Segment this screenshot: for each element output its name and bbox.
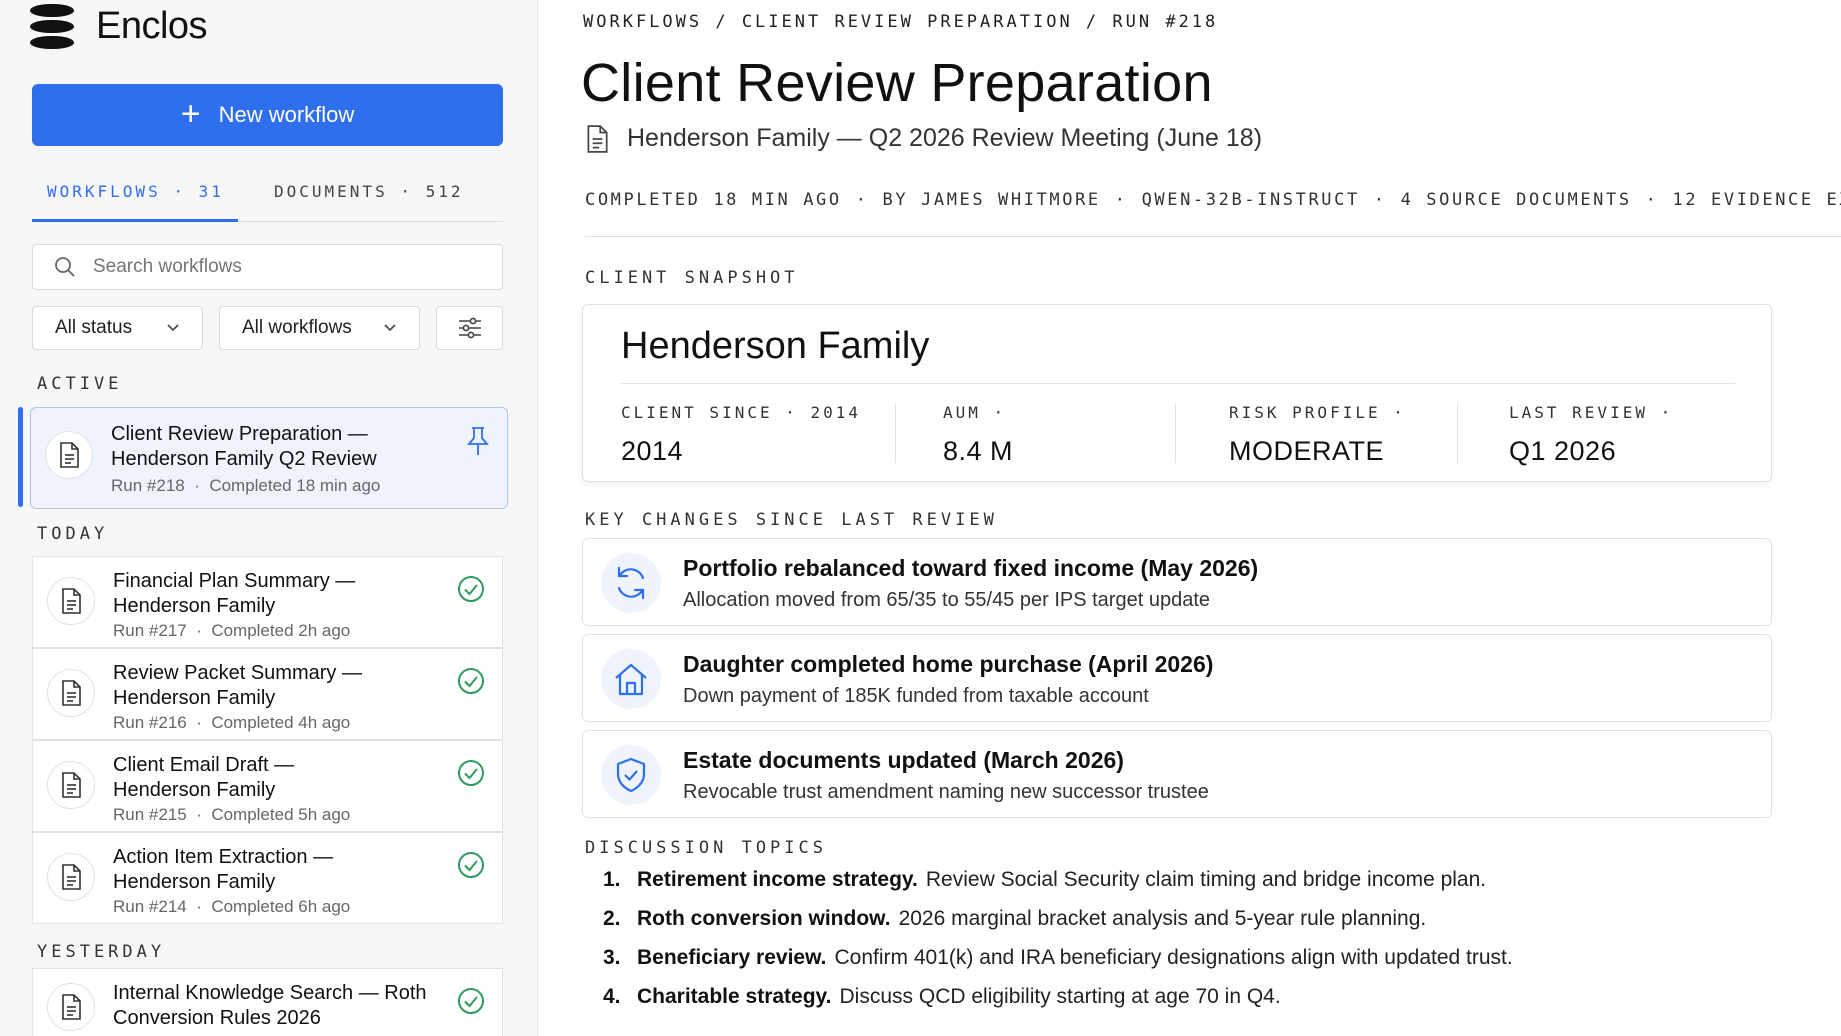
divider bbox=[621, 383, 1735, 384]
client-name: Henderson Family bbox=[621, 325, 930, 367]
discussion-topics-list: 1. Retirement income strategy. Review Soci… bbox=[603, 868, 1513, 1024]
subtitle-text: Henderson Family — Q2 2026 Review Meetin… bbox=[627, 124, 1263, 152]
change-item[interactable]: Daughter completed home purchase (April … bbox=[582, 634, 1772, 722]
list-item: 2. Roth conversion window. 2026 marginal b… bbox=[603, 907, 1427, 930]
brand[interactable]: Enclos bbox=[30, 0, 208, 52]
section-today: TODAY bbox=[37, 524, 109, 544]
shield-check-icon bbox=[601, 745, 661, 805]
chevron-down-icon bbox=[167, 324, 179, 332]
document-icon bbox=[47, 577, 95, 625]
enclos-logo-icon bbox=[30, 2, 74, 50]
search-input[interactable] bbox=[93, 256, 473, 278]
filter-settings-button[interactable] bbox=[436, 306, 503, 350]
check-circle-icon bbox=[458, 760, 484, 786]
document-icon bbox=[47, 761, 95, 809]
home-icon bbox=[601, 649, 661, 709]
check-circle-icon bbox=[458, 668, 484, 694]
client-snapshot-label: CLIENT SNAPSHOT bbox=[585, 268, 799, 288]
workflow-item-active[interactable]: Client Review Preparation — Henderson Fa… bbox=[30, 407, 508, 509]
search-icon bbox=[55, 257, 75, 277]
workflow-meta: Run #217 · Completed 2h ago bbox=[113, 621, 351, 640]
search-workflows[interactable] bbox=[32, 244, 503, 290]
plus-icon: + bbox=[180, 94, 201, 133]
document-icon bbox=[47, 853, 95, 901]
tab-workflows[interactable]: WORKFLOWS · 31 bbox=[47, 182, 224, 201]
active-item-indicator bbox=[18, 407, 23, 507]
change-title: Estate documents updated (March 2026) bbox=[683, 747, 1124, 773]
discussion-topics-label: DISCUSSION TOPICS bbox=[585, 838, 827, 858]
change-description: Revocable trust amendment naming new suc… bbox=[683, 781, 1209, 803]
page-title: Client Review Preparation bbox=[581, 53, 1213, 113]
sidebar: Enclos + New workflow WORKFLOWS · 31 DOC… bbox=[0, 0, 538, 1036]
client-snapshot-card: Henderson Family CLIENT SINCE · 2014 201… bbox=[582, 304, 1772, 482]
change-description: Allocation moved from 65/35 to 55/45 per… bbox=[683, 589, 1210, 611]
check-circle-icon bbox=[458, 852, 484, 878]
document-icon bbox=[587, 124, 608, 153]
sidebar-tabs: WORKFLOWS · 31 DOCUMENTS · 512 bbox=[32, 172, 503, 222]
aum-field: AUM · 8.4 M bbox=[943, 403, 1014, 466]
workflow-item[interactable]: Financial Plan Summary — Henderson Famil… bbox=[32, 556, 503, 648]
workflow-title: Review Packet Summary — Henderson Family bbox=[113, 662, 362, 709]
client-since-field: CLIENT SINCE · 2014 2014 bbox=[621, 403, 862, 466]
field-separator bbox=[895, 403, 896, 463]
workflow-meta: Run #218 · Completed 18 min ago bbox=[111, 476, 381, 495]
tab-documents[interactable]: DOCUMENTS · 512 bbox=[274, 182, 464, 201]
workflow-item[interactable]: Review Packet Summary — Henderson Family… bbox=[32, 648, 503, 740]
new-workflow-button[interactable]: + New workflow bbox=[32, 84, 503, 146]
check-circle-icon bbox=[458, 988, 484, 1014]
pin-icon[interactable] bbox=[465, 426, 491, 456]
chevron-down-icon bbox=[384, 324, 396, 332]
check-circle-icon bbox=[458, 576, 484, 602]
change-title: Daughter completed home purchase (April … bbox=[683, 651, 1214, 677]
change-item[interactable]: Estate documents updated (March 2026) Re… bbox=[582, 730, 1772, 818]
workflow-title: Action Item Extraction — Henderson Famil… bbox=[113, 846, 334, 893]
field-separator bbox=[1457, 403, 1458, 463]
app-name: Enclos bbox=[96, 4, 208, 47]
workflow-meta: Run #216 · Completed 4h ago bbox=[113, 713, 351, 732]
key-changes-label: KEY CHANGES SINCE LAST REVIEW bbox=[585, 510, 998, 530]
workflow-meta: Run #214 · Completed 6h ago bbox=[113, 897, 351, 916]
workflow-title: Client Review Preparation — Henderson Fa… bbox=[111, 423, 377, 470]
refresh-icon bbox=[601, 553, 661, 613]
list-item: 4. Charitable strategy. Discuss QCD eligib… bbox=[603, 985, 1281, 1008]
workflow-title: Financial Plan Summary — Henderson Famil… bbox=[113, 570, 356, 617]
change-title: Portfolio rebalanced toward fixed income… bbox=[683, 555, 1259, 581]
workflow-meta: Run #215 · Completed 5h ago bbox=[113, 805, 351, 824]
workflow-title: Client Email Draft — Henderson Family bbox=[113, 754, 295, 801]
document-icon bbox=[45, 431, 93, 479]
sliders-icon bbox=[458, 317, 481, 339]
list-item: 1. Retirement income strategy. Review Soci… bbox=[603, 868, 1487, 891]
page-subtitle: Henderson Family — Q2 2026 Review Meetin… bbox=[585, 124, 1262, 153]
change-description: Down payment of 185K funded from taxable… bbox=[683, 685, 1149, 707]
workflow-item[interactable]: Action Item Extraction — Henderson Famil… bbox=[32, 832, 503, 924]
status-filter-value: All status bbox=[55, 317, 133, 338]
workflow-item[interactable]: Client Email Draft — Henderson Family Ru… bbox=[32, 740, 503, 832]
main-content: WORKFLOWS / CLIENT REVIEW PREPARATION / … bbox=[539, 0, 1841, 1036]
document-icon bbox=[47, 669, 95, 717]
workflow-title: Internal Knowledge Search — Roth Convers… bbox=[113, 982, 427, 1029]
risk-profile-field: RISK PROFILE · MODERATE bbox=[1229, 403, 1406, 466]
active-tab-indicator bbox=[32, 219, 238, 222]
workflow-item[interactable]: Internal Knowledge Search — Roth Convers… bbox=[32, 968, 503, 1036]
section-yesterday: YESTERDAY bbox=[37, 942, 166, 962]
run-meta: COMPLETED 18 MIN AGO · BY JAMES WHITMORE · Q… bbox=[585, 190, 1841, 210]
section-active: ACTIVE bbox=[37, 374, 123, 394]
change-item[interactable]: Portfolio rebalanced toward fixed income… bbox=[582, 538, 1772, 626]
last-review-field: LAST REVIEW · Q1 2026 bbox=[1509, 403, 1674, 466]
new-workflow-label: New workflow bbox=[218, 102, 355, 127]
document-icon bbox=[47, 983, 95, 1031]
field-separator bbox=[1175, 403, 1176, 463]
breadcrumb[interactable]: WORKFLOWS / CLIENT REVIEW PREPARATION / … bbox=[583, 12, 1218, 32]
divider bbox=[585, 236, 1841, 237]
list-item: 3. Beneficiary review. Confirm 401(k) and … bbox=[603, 946, 1513, 969]
status-filter-dropdown[interactable]: All status bbox=[32, 306, 203, 350]
workflow-type-filter-dropdown[interactable]: All workflows bbox=[219, 306, 420, 350]
workflow-type-filter-value: All workflows bbox=[242, 317, 352, 338]
